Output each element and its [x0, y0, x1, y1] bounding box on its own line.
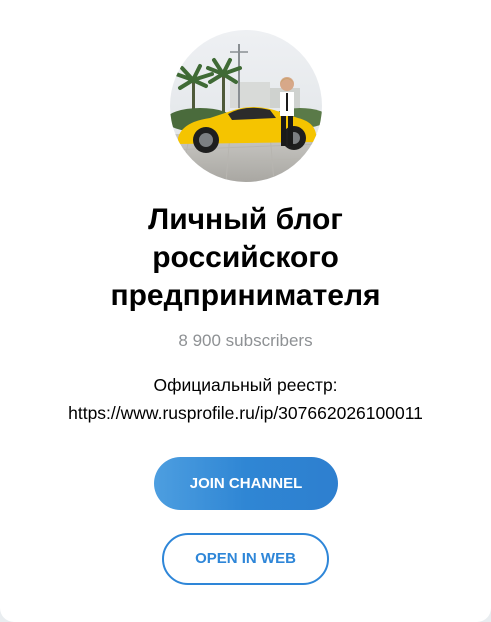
channel-title-line: Личный блог — [148, 203, 343, 236]
description-line: Официальный реестр: — [153, 375, 338, 395]
channel-title-line: российского — [152, 241, 339, 274]
description-link[interactable]: https://www.rusprofile.ru/ip/30766202610… — [10, 399, 481, 427]
avatar-photo — [170, 30, 322, 182]
channel-preview-card: Личный блог российского предпринимателя … — [0, 0, 491, 622]
open-in-web-button[interactable]: OPEN IN WEB — [162, 533, 329, 585]
join-channel-button[interactable]: JOIN CHANNEL — [154, 457, 338, 510]
channel-title: Личный блог российского предпринимателя — [40, 201, 451, 315]
channel-description: Официальный реестр: https://www.rusprofi… — [10, 371, 481, 427]
subscriber-count: 8 900 subscribers — [178, 331, 313, 350]
channel-avatar — [170, 30, 322, 182]
channel-title-line: предпринимателя — [110, 279, 381, 312]
